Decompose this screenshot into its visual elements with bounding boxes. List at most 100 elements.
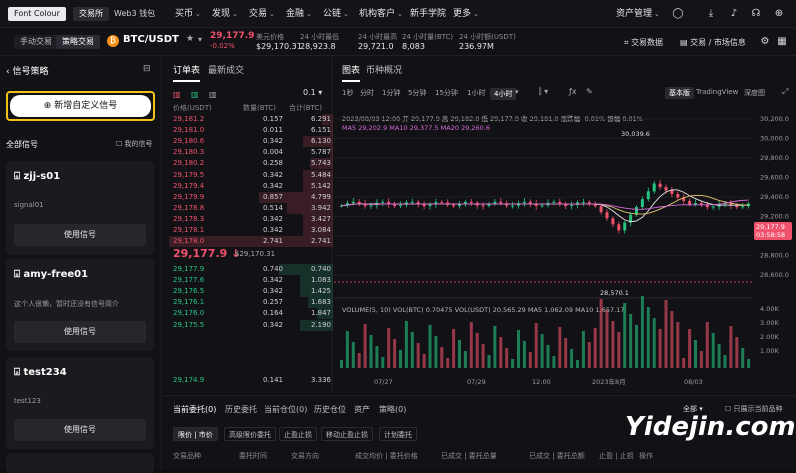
plus-circle-icon: ⊕	[43, 101, 55, 111]
order-row[interactable]: 29,180.2 0.258 5.743	[173, 158, 331, 169]
timeframe-1[interactable]: 1秒	[342, 88, 353, 98]
volume-bar	[440, 347, 444, 368]
tab-position-history[interactable]: 历史仓位	[314, 404, 346, 415]
order-row[interactable]: 29,176.5 0.342 1.425	[173, 286, 331, 297]
star-icon[interactable]: ★	[186, 34, 194, 44]
timeframe-7[interactable]: 4小时	[490, 88, 517, 100]
fullscreen-icon[interactable]: ⤢	[782, 87, 788, 97]
precision-select[interactable]: 0.1 ▾	[303, 88, 322, 97]
nav-more[interactable]: 更多 ⌄	[453, 0, 479, 28]
download-icon[interactable]: ⤓	[705, 8, 717, 20]
checkbox[interactable]: ☐	[116, 140, 125, 148]
order-row[interactable]: 29,180.6 0.342 6.130	[173, 136, 331, 147]
order-row[interactable]: 29,176.0 0.164 1.847	[173, 308, 331, 319]
nav-discover[interactable]: 发现 ⌄	[212, 0, 238, 28]
web3-wallet-toggle[interactable]: Web3 钱包	[108, 7, 161, 21]
order-row[interactable]: 29,177.9 0.740 0.740	[173, 264, 331, 275]
view-tradingview[interactable]: TradingView	[692, 87, 742, 97]
strategy-trading-tab[interactable]: 策略交易	[56, 35, 100, 49]
volume-bar	[511, 359, 515, 368]
collapse-icon[interactable]: ⊟	[143, 64, 151, 74]
filter-trailing[interactable]: 移动止盈止损	[321, 427, 373, 441]
order-row[interactable]: 29,174.9 0.141 3.336	[173, 375, 331, 386]
timeframe-3[interactable]: 1分钟	[382, 88, 400, 98]
order-row[interactable]: 29,179.4 0.342 5.142	[173, 181, 331, 192]
asset-management-menu[interactable]: 资产管理 ⌄	[616, 0, 660, 28]
trade-info-link[interactable]: ▤ 交易 / 市场信息	[680, 37, 746, 48]
nav-label: 机构客户	[359, 9, 396, 19]
timeframe-6[interactable]: 1小时	[467, 88, 485, 98]
tab-open-orders[interactable]: 当前委托(0)	[173, 404, 216, 415]
layout-icon[interactable]: ▦	[776, 36, 788, 48]
filter-tp-sl[interactable]: 止盈止损	[279, 427, 317, 441]
settings-icon[interactable]: ⚙	[759, 36, 771, 48]
order-row[interactable]: 29,179.5 0.342 5.484	[173, 170, 331, 181]
bids-view-icon[interactable]: ▥	[191, 90, 199, 99]
stat-label: 美元价格	[256, 33, 284, 41]
use-signal-button[interactable]: 使用信号	[14, 224, 146, 246]
filter-advanced-limit[interactable]: 高级限价委托	[224, 427, 276, 441]
tab-order-history[interactable]: 历史委托	[225, 404, 257, 415]
book-view-icon[interactable]: ▥	[173, 90, 181, 99]
candle-type-icon[interactable]: ⫿ ▾	[539, 87, 548, 97]
order-row[interactable]: 29,181.0 0.011 6.151	[173, 125, 331, 136]
tab-order-book[interactable]: 订单表	[173, 63, 201, 82]
tab-assets[interactable]: 资产	[354, 404, 370, 415]
tab-strategies[interactable]: 策略(0)	[379, 404, 406, 415]
draw-icon[interactable]: ✎	[586, 87, 593, 96]
nav-buy[interactable]: 买币 ⌄	[175, 0, 201, 28]
order-row[interactable]: 29,175.5 0.342 2.190	[173, 320, 331, 331]
timeframe-2[interactable]: 分时	[360, 88, 374, 98]
order-row[interactable]: 29,178.1 0.342 3.084	[173, 225, 331, 236]
asks-view-icon[interactable]: ▥	[209, 90, 217, 99]
chevron-down-icon[interactable]: ▾	[198, 35, 202, 44]
nav-label: 公链	[323, 9, 342, 19]
trading-pair[interactable]: BTC/USDT	[123, 34, 179, 45]
nav-academy[interactable]: 新手学院	[410, 0, 446, 28]
view-depth[interactable]: 深度图	[740, 87, 769, 99]
order-row[interactable]: 29,178.3 0.342 3.427	[173, 214, 331, 225]
headset-icon[interactable]: ☊	[750, 8, 762, 20]
nav-finance[interactable]: 金融 ⌄	[286, 0, 312, 28]
order-row[interactable]: 29,181.2 0.157 6.291	[173, 114, 331, 125]
bell-icon[interactable]: ♪	[728, 8, 740, 20]
col-amount: 已成交 | 委托总额	[529, 452, 585, 460]
candle-body	[469, 201, 473, 203]
chevron-down-icon[interactable]: ▾	[515, 88, 519, 96]
timeframe-5[interactable]: 15分钟	[435, 88, 458, 98]
view-basic[interactable]: 基本版	[665, 87, 694, 99]
tab-chart[interactable]: 图表	[342, 63, 361, 82]
tab-coin-overview[interactable]: 币种概况	[366, 63, 402, 76]
candlestick-chart[interactable]: 30,200.0 30,000.0 29,800.0 29,600.0 29,400.0…	[334, 111, 796, 391]
trade-data-link[interactable]: ⌗ 交易数据	[624, 37, 663, 48]
filter-limit-market[interactable]: 限价 | 市价	[173, 427, 218, 441]
indicator-icon[interactable]: ƒx	[569, 87, 577, 96]
filter-plan-order[interactable]: 计划委托	[379, 427, 417, 441]
order-row[interactable]: 29,177.6 0.342 1.083	[173, 275, 331, 286]
my-signals-filter[interactable]: ☐ 我的信号	[116, 139, 153, 149]
app-logo[interactable]: Font Colour	[8, 7, 66, 21]
use-signal-button[interactable]: 使用信号	[14, 419, 146, 441]
order-row[interactable]: 29,178.8 0.514 3.942	[173, 203, 331, 214]
order-row[interactable]: 29,180.3 0.004 5.787	[173, 147, 331, 158]
order-row[interactable]: 29,179.9 0.857 4.799	[173, 192, 331, 203]
nav-institution[interactable]: 机构客户 ⌄	[359, 0, 403, 28]
tab-latest-trades[interactable]: 最新成交	[208, 63, 244, 76]
order-row[interactable]: 29,178.0 2.741 2.741	[173, 236, 331, 247]
stat-label: 24 小时量(BTC)	[402, 33, 454, 41]
order-row[interactable]: 29,176.1 0.257 1.683	[173, 297, 331, 308]
use-signal-button[interactable]: 使用信号	[14, 321, 146, 343]
nav-trade[interactable]: 交易 ⌄	[249, 0, 275, 28]
user-icon[interactable]: ◯	[672, 8, 684, 20]
timeframe-4[interactable]: 5分钟	[408, 88, 426, 98]
globe-icon[interactable]: ⊕	[773, 8, 785, 20]
exchange-toggle[interactable]: 交易所	[73, 7, 109, 21]
panel-title[interactable]: ‹ 信号策略	[6, 64, 48, 77]
mid-usd: $29,170.31	[235, 250, 276, 258]
add-custom-signal-button[interactable]: ⊕ 新增自定义信号	[6, 91, 155, 121]
tab-positions[interactable]: 当前仓位(0)	[264, 404, 307, 415]
volume-bar	[487, 355, 491, 368]
row-qty: 0.857	[262, 192, 283, 201]
manual-trading-tab[interactable]: 手动交易	[14, 35, 58, 49]
nav-chain[interactable]: 公链 ⌄	[323, 0, 349, 28]
